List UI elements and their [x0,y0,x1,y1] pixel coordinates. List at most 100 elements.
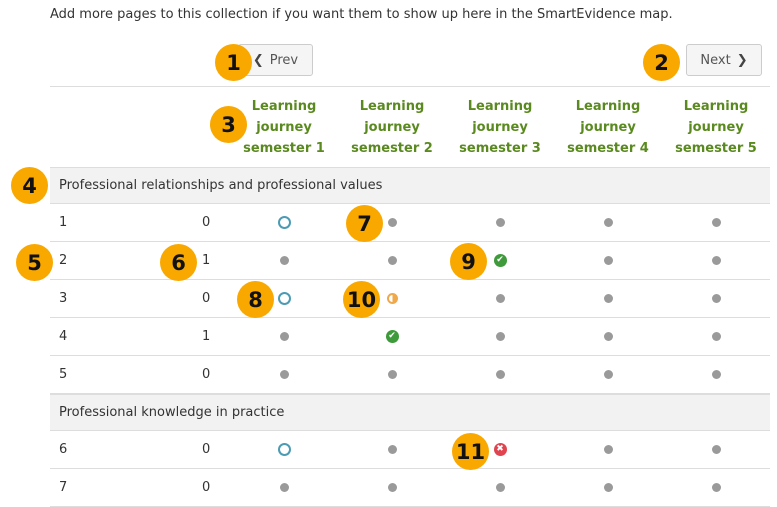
column-header[interactable]: Learning journey semester 4 [554,96,662,159]
no-evidence-dot-icon [495,370,505,379]
callout-badge: 1 [215,44,252,81]
evidence-count: 0 [202,215,211,230]
status-cell[interactable] [446,318,554,355]
no-evidence-dot-icon [711,483,721,492]
standard-number[interactable]: 3 [59,280,67,317]
column-header-line: journey [472,120,528,135]
standard-number[interactable]: 1 [59,204,67,241]
status-cell[interactable] [554,204,662,241]
standard-row: 70 [50,469,770,507]
column-header[interactable]: Learning journey semester 3 [446,96,554,159]
chevron-left-icon: ❮ [252,52,264,68]
status-cell[interactable] [230,356,338,393]
not-met-x-icon[interactable]: ✖ [493,443,507,456]
ready-for-assessment-ring-icon[interactable] [277,216,291,229]
status-cell[interactable]: ✔ [338,318,446,355]
completed-check-icon[interactable]: ✔ [493,254,507,267]
no-evidence-dot-icon [603,370,613,379]
status-cell[interactable] [554,242,662,279]
no-evidence-dot-icon [387,483,397,492]
evidence-count: 1 [202,253,211,268]
status-cell[interactable] [338,431,446,468]
callout-badge: 6 [160,244,197,281]
status-cell[interactable] [446,204,554,241]
partially-met-half-icon[interactable] [386,293,398,304]
column-header[interactable]: Learning journey semester 2 [338,96,446,159]
column-header-line: semester 3 [459,141,541,156]
callout-badge: 11 [452,433,489,470]
status-cell[interactable] [338,242,446,279]
status-cell[interactable] [662,242,770,279]
status-cell[interactable] [446,280,554,317]
status-cell[interactable] [662,431,770,468]
column-header-line: Learning [467,99,533,114]
callout-badge: 5 [16,244,53,281]
no-evidence-dot-icon [387,445,397,454]
status-cell[interactable] [554,431,662,468]
status-cell[interactable] [338,469,446,506]
completed-check-icon[interactable]: ✔ [385,330,399,343]
column-header-line: Learning [251,99,317,114]
no-evidence-dot-icon [387,370,397,379]
status-cell[interactable] [230,431,338,468]
callout-badge: 2 [643,44,680,81]
no-evidence-dot-icon [495,483,505,492]
standard-number[interactable]: 5 [59,356,67,393]
status-cell[interactable] [230,318,338,355]
callout-badge: 7 [346,205,383,242]
status-cell[interactable] [554,469,662,506]
standard-number[interactable]: 2 [59,242,67,279]
status-cell[interactable] [554,318,662,355]
ready-for-assessment-ring-icon[interactable] [277,443,291,456]
evidence-count: 1 [202,329,211,344]
no-evidence-dot-icon [279,370,289,379]
no-evidence-dot-icon [603,218,613,227]
status-cell[interactable] [230,242,338,279]
status-cell[interactable] [338,356,446,393]
callout-badge: 10 [343,281,380,318]
next-button[interactable]: Next ❯ [686,44,762,76]
column-header-line: journey [688,120,744,135]
no-evidence-dot-icon [387,218,397,227]
status-cell[interactable] [554,280,662,317]
status-cell[interactable] [230,204,338,241]
evidence-count: 0 [202,367,211,382]
no-evidence-dot-icon [603,332,613,341]
status-cell[interactable] [446,469,554,506]
status-cell[interactable] [662,356,770,393]
column-header-line: semester 4 [567,141,649,156]
status-cell[interactable] [446,356,554,393]
no-evidence-dot-icon [495,332,505,341]
column-header-line: journey [364,120,420,135]
no-evidence-dot-icon [279,332,289,341]
no-evidence-dot-icon [711,218,721,227]
competency-section-header: Professional knowledge in practice [50,394,770,431]
column-header-line: journey [580,120,636,135]
status-cell[interactable] [662,318,770,355]
status-cell[interactable] [230,469,338,506]
status-cell[interactable] [662,280,770,317]
standard-row: 4 1 ✔ [50,318,770,356]
callout-badge: 3 [210,106,247,143]
standard-row: 10 [50,204,770,242]
ready-for-assessment-ring-icon[interactable] [277,292,291,305]
no-evidence-dot-icon [495,218,505,227]
no-evidence-dot-icon [279,256,289,265]
standard-number[interactable]: 6 [59,431,67,468]
callout-badge: 8 [237,281,274,318]
column-header-line: semester 2 [351,141,433,156]
evidence-count: 0 [202,442,211,457]
no-evidence-dot-icon [711,332,721,341]
status-cell[interactable] [662,204,770,241]
column-header-line: Learning [683,99,749,114]
column-header-line: semester 1 [243,141,325,156]
status-cell[interactable] [662,469,770,506]
column-header[interactable]: Learning journey semester 5 [662,96,770,159]
no-evidence-dot-icon [387,256,397,265]
standard-number[interactable]: 4 [59,318,67,355]
status-cell[interactable] [554,356,662,393]
standard-number[interactable]: 7 [59,469,67,506]
callout-badge: 4 [11,167,48,204]
intro-text: Add more pages to this collection if you… [50,7,673,22]
competency-section-header: Professional relationships and professio… [50,167,770,204]
